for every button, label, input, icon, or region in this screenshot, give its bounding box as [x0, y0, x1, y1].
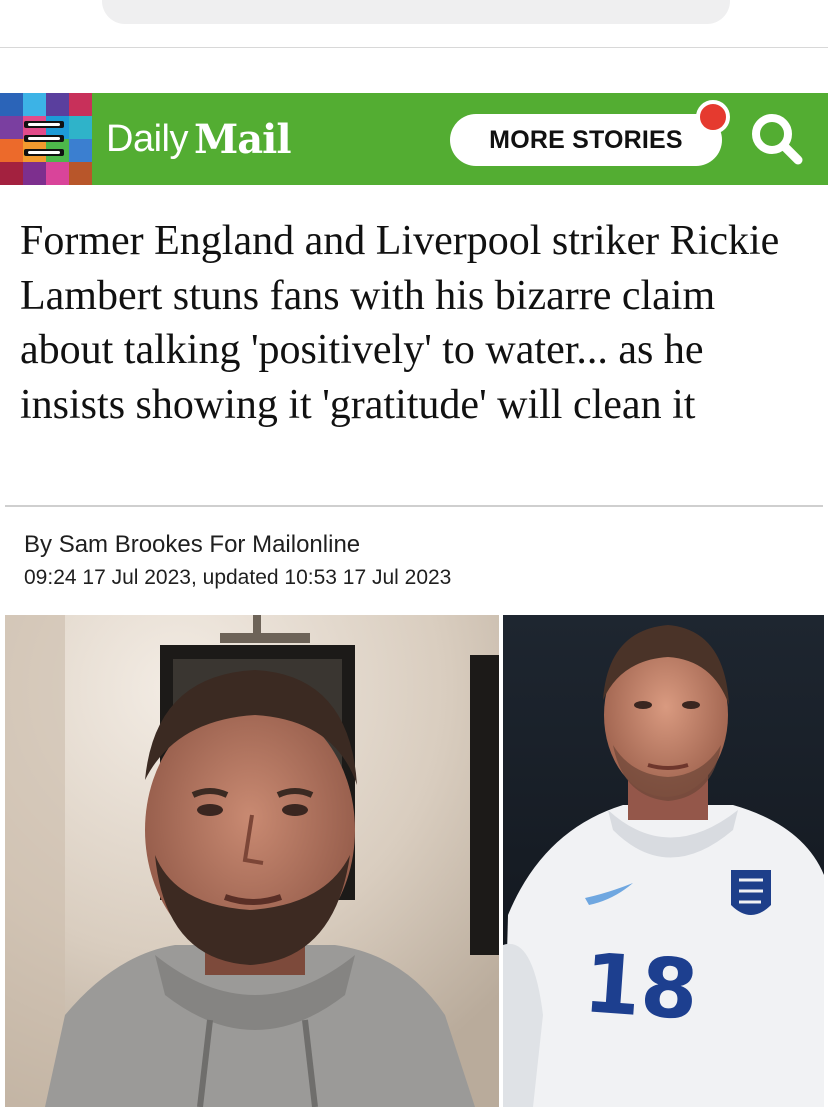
headline-divider: [5, 505, 823, 507]
article-headline: Former England and Liverpool striker Ric…: [20, 218, 780, 428]
logo-mail-text: Mail: [193, 115, 292, 163]
byline: By Sam Brookes For Mailonline: [24, 531, 360, 559]
hamburger-menu-icon[interactable]: [22, 117, 66, 161]
browser-top-bar: [0, 0, 828, 48]
search-icon[interactable]: [746, 108, 808, 170]
notification-dot: [696, 100, 730, 134]
shirt-number: 18: [581, 936, 701, 1039]
byline-prefix: By: [24, 531, 59, 558]
logo-daily-text: Daily: [106, 117, 188, 160]
browser-search-field[interactable]: [102, 0, 730, 24]
more-stories-label: MORE STORIES: [489, 125, 683, 154]
author-link[interactable]: Sam Brookes For Mailonline: [59, 531, 360, 558]
article-dateline: 09:24 17 Jul 2023, updated 10:53 17 Jul …: [24, 566, 452, 589]
daily-mail-logo[interactable]: Daily Mail: [106, 109, 292, 169]
article-image-england-shirt[interactable]: 18: [503, 615, 824, 1107]
article-image-hoodie[interactable]: [5, 615, 499, 1107]
more-stories-button[interactable]: MORE STORIES: [450, 114, 722, 166]
